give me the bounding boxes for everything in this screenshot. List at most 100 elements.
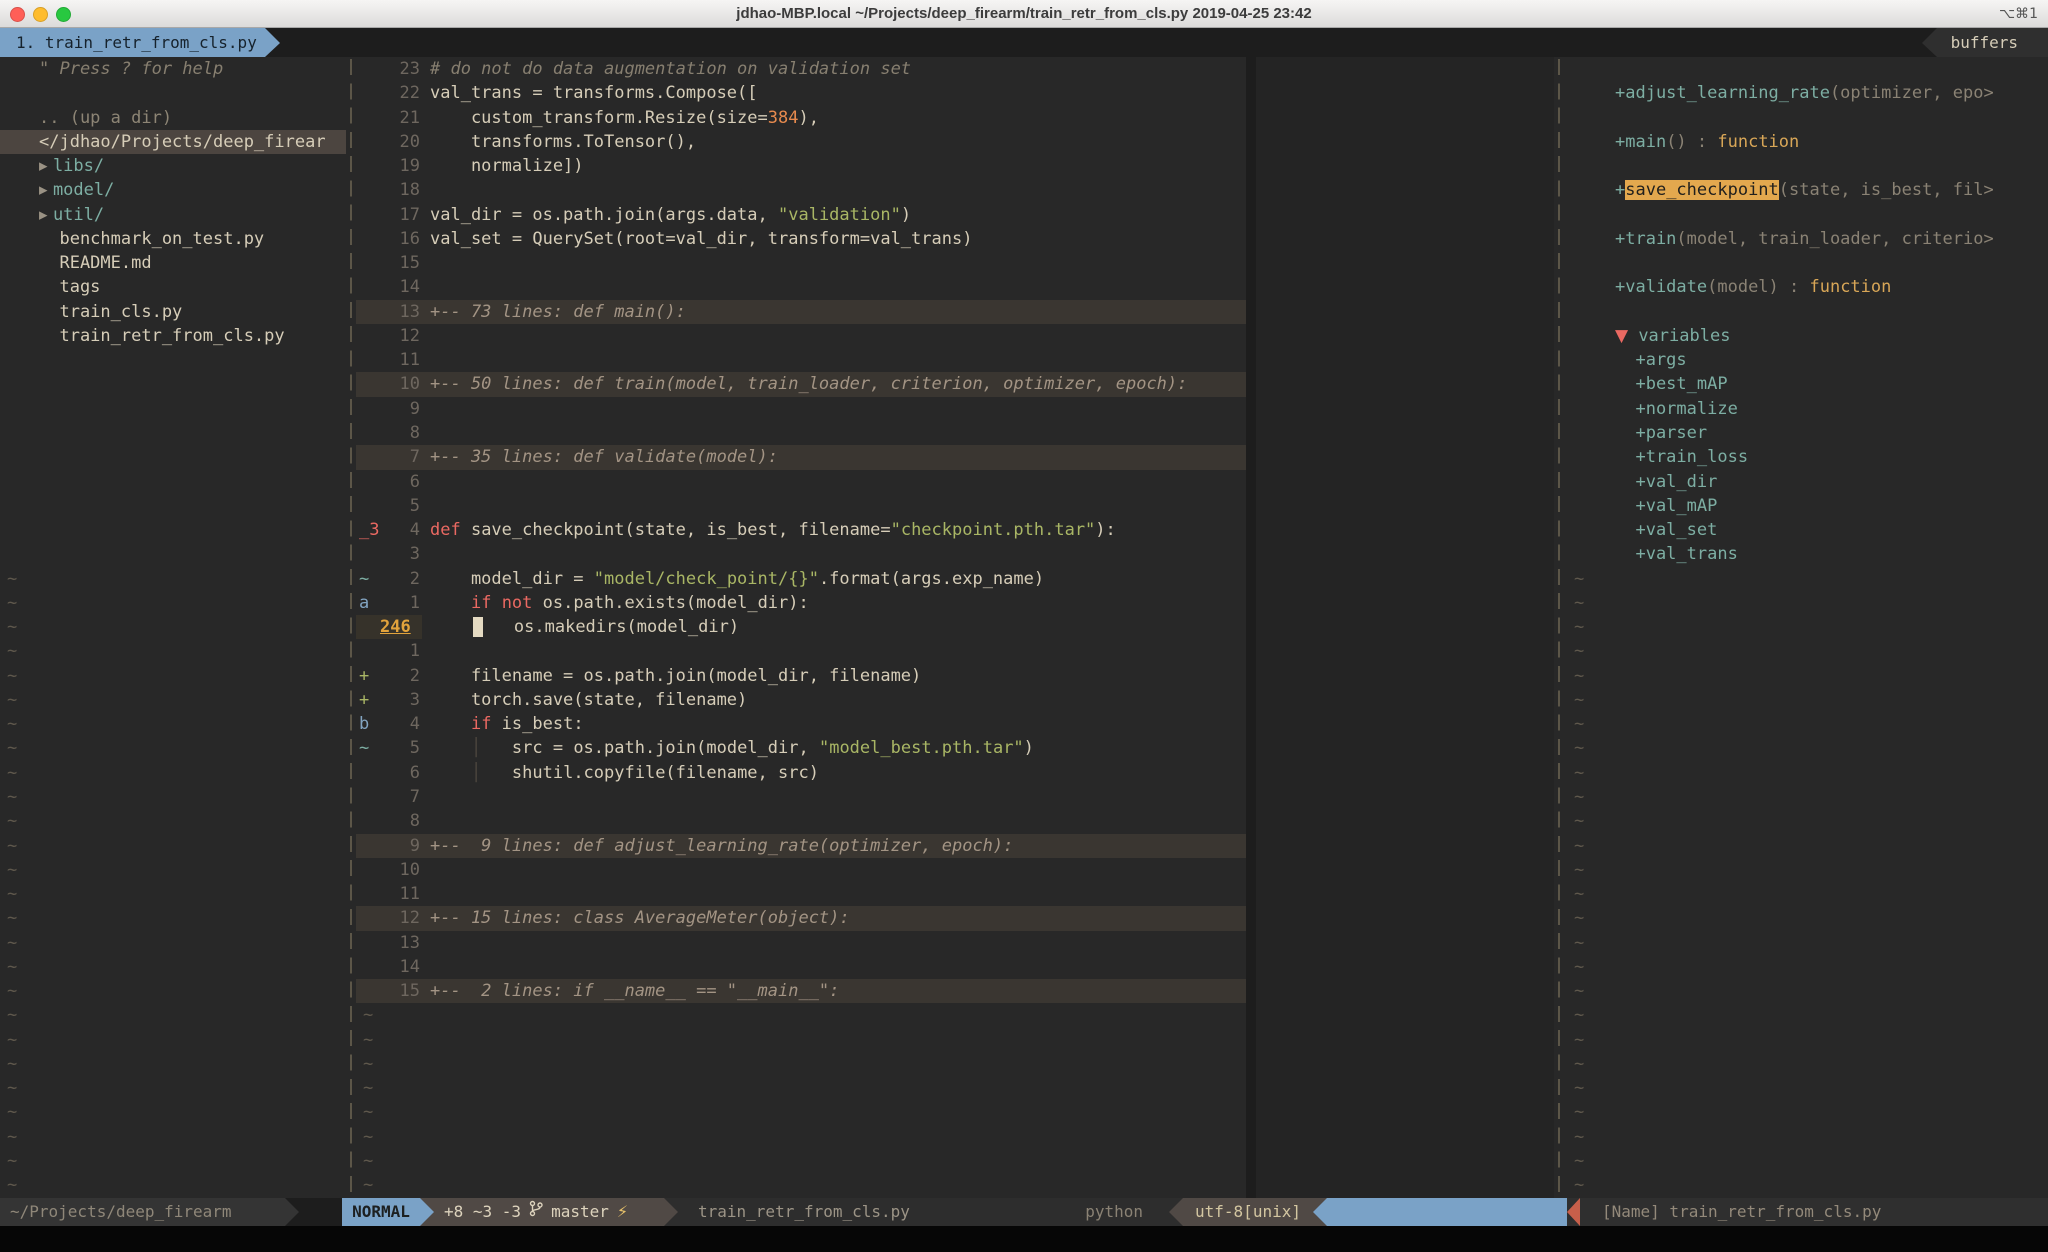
editor-row[interactable]: 13 bbox=[356, 931, 1554, 955]
editor-row[interactable]: 11 bbox=[356, 882, 1554, 906]
window-separator-right[interactable] bbox=[1554, 57, 1567, 1198]
editor-row[interactable]: 1 bbox=[356, 639, 1554, 663]
tree-row[interactable]: ▸ util/ bbox=[0, 203, 346, 227]
tree-row[interactable]: train_cls.py bbox=[0, 300, 346, 324]
editor-row[interactable]: 7 bbox=[356, 785, 1554, 809]
tag-text: +train_loss bbox=[1615, 447, 1748, 467]
tag-row[interactable]: +train_loss bbox=[1567, 445, 2048, 469]
editor-row[interactable]: 8 bbox=[356, 809, 1554, 833]
tree-row[interactable] bbox=[0, 397, 346, 421]
tag-row[interactable] bbox=[1567, 300, 2048, 324]
editor-row[interactable]: 6 bbox=[356, 470, 1554, 494]
tag-row[interactable]: +parser bbox=[1567, 421, 2048, 445]
empty-line-tilde: ~ bbox=[1574, 906, 1584, 930]
tree-row[interactable] bbox=[0, 518, 346, 542]
tree-row[interactable] bbox=[0, 372, 346, 396]
line-number: 7 bbox=[378, 445, 420, 469]
cursor-block bbox=[473, 617, 483, 637]
editor-row[interactable]: 21 custom_transform.Resize(size=384), bbox=[356, 106, 1554, 130]
editor-row[interactable]: 3 bbox=[356, 542, 1554, 566]
editor-row[interactable]: 12 +-- 15 lines: class AverageMeter(objec… bbox=[356, 906, 1554, 930]
tag-row[interactable] bbox=[1567, 57, 2048, 81]
tag-text: +val_set bbox=[1615, 520, 1717, 540]
powerline-arrow bbox=[664, 1198, 678, 1226]
buffer-tab-train-retr-from-cls[interactable]: 1. train_retr_from_cls.py bbox=[0, 28, 265, 57]
editor-row[interactable]: +2 filename = os.path.join(model_dir, fi… bbox=[356, 664, 1554, 688]
tag-row[interactable] bbox=[1567, 203, 2048, 227]
editor-row[interactable]: 15+-- 2 lines: if __name__ == "__main__"… bbox=[356, 979, 1554, 1003]
editor-row[interactable]: ~2 model_dir = "model/check_point/{}".fo… bbox=[356, 567, 1554, 591]
tag-row[interactable]: +val_trans bbox=[1567, 542, 2048, 566]
editor-row[interactable]: 17val_dir = os.path.join(args.data, "val… bbox=[356, 203, 1554, 227]
tree-row[interactable] bbox=[0, 542, 346, 566]
tag-row[interactable]: +args bbox=[1567, 348, 2048, 372]
tag-row[interactable]: +best_mAP bbox=[1567, 372, 2048, 396]
editor-row[interactable]: 7+-- 35 lines: def validate(model): bbox=[356, 445, 1554, 469]
tag-row[interactable]: +val_mAP bbox=[1567, 494, 2048, 518]
tag-row[interactable] bbox=[1567, 106, 2048, 130]
tree-row[interactable]: ▸ model/ bbox=[0, 178, 346, 202]
editor-row[interactable]: 16val_set = QuerySet(root=val_dir, trans… bbox=[356, 227, 1554, 251]
command-line[interactable] bbox=[0, 1226, 2048, 1252]
editor-row[interactable]: ~5 │ src = os.path.join(model_dir, "mode… bbox=[356, 736, 1554, 760]
editor-row[interactable]: 14 bbox=[356, 955, 1554, 979]
editor-row[interactable]: 246 os.makedirs(model_dir) bbox=[356, 615, 1554, 639]
editor-row[interactable]: b4 if is_best: bbox=[356, 712, 1554, 736]
tag-row[interactable]: +val_set bbox=[1567, 518, 2048, 542]
sign-column bbox=[356, 615, 378, 639]
tree-row[interactable]: " Press ? for help bbox=[0, 57, 346, 81]
editor-row[interactable]: 8 bbox=[356, 421, 1554, 445]
tag-row[interactable]: +main() : function bbox=[1567, 130, 2048, 154]
tag-row[interactable] bbox=[1567, 154, 2048, 178]
tree-row[interactable]: tags bbox=[0, 275, 346, 299]
editor-panel[interactable]: 23# do not do data augmentation on valid… bbox=[356, 57, 1554, 1198]
tree-row: ~ bbox=[0, 858, 346, 882]
editor-row[interactable]: 15 bbox=[356, 251, 1554, 275]
editor-row[interactable]: 5 bbox=[356, 494, 1554, 518]
editor-row[interactable]: _34def save_checkpoint(state, is_best, f… bbox=[356, 518, 1554, 542]
mode-indicator: NORMAL bbox=[342, 1198, 420, 1226]
sign-column bbox=[356, 542, 378, 566]
tree-row[interactable]: ▸ libs/ bbox=[0, 154, 346, 178]
tag-row[interactable]: ▼ variables bbox=[1567, 324, 2048, 348]
editor-row[interactable]: 14 bbox=[356, 275, 1554, 299]
editor-row[interactable]: 10+-- 50 lines: def train(model, train_l… bbox=[356, 372, 1554, 396]
editor-row[interactable]: 19 normalize]) bbox=[356, 154, 1554, 178]
tag-row[interactable]: +normalize bbox=[1567, 397, 2048, 421]
editor-row[interactable]: 18 bbox=[356, 178, 1554, 202]
empty-line-tilde: ~ bbox=[1574, 1125, 1584, 1149]
editor-row[interactable]: 13+-- 73 lines: def main(): bbox=[356, 300, 1554, 324]
tree-row[interactable] bbox=[0, 470, 346, 494]
editor-row[interactable]: 10 bbox=[356, 858, 1554, 882]
tag-row[interactable]: +adjust_learning_rate(optimizer, epo> bbox=[1567, 81, 2048, 105]
editor-row[interactable]: +3 torch.save(state, filename) bbox=[356, 688, 1554, 712]
tree-row[interactable] bbox=[0, 348, 346, 372]
sign-column bbox=[356, 955, 378, 979]
tree-row[interactable] bbox=[0, 445, 346, 469]
window-separator-left[interactable] bbox=[346, 57, 356, 1198]
tag-row[interactable]: +val_dir bbox=[1567, 470, 2048, 494]
tag-row[interactable] bbox=[1567, 251, 2048, 275]
line-number: 12 bbox=[378, 906, 420, 930]
editor-row[interactable]: 20 transforms.ToTensor(), bbox=[356, 130, 1554, 154]
tree-row[interactable] bbox=[0, 81, 346, 105]
editor-row[interactable]: 23# do not do data augmentation on valid… bbox=[356, 57, 1554, 81]
tree-row[interactable] bbox=[0, 494, 346, 518]
tree-row[interactable]: .. (up a dir) bbox=[0, 106, 346, 130]
editor-row[interactable]: a1 if not os.path.exists(model_dir): bbox=[356, 591, 1554, 615]
tree-row[interactable]: </jdhao/Projects/deep_firear bbox=[0, 130, 346, 154]
editor-row[interactable]: 22val_trans = transforms.Compose([ bbox=[356, 81, 1554, 105]
editor-row[interactable]: 9 bbox=[356, 397, 1554, 421]
editor-row[interactable]: 12 bbox=[356, 324, 1554, 348]
tree-row[interactable]: README.md bbox=[0, 251, 346, 275]
tag-row[interactable]: +validate(model) : function bbox=[1567, 275, 2048, 299]
editor-row[interactable]: 11 bbox=[356, 348, 1554, 372]
editor-row[interactable]: 6 │ shutil.copyfile(filename, src) bbox=[356, 761, 1554, 785]
tag-row[interactable]: +save_checkpoint(state, is_best, fil> bbox=[1567, 178, 2048, 202]
tree-row[interactable]: benchmark_on_test.py bbox=[0, 227, 346, 251]
tree-row[interactable] bbox=[0, 421, 346, 445]
editor-row[interactable]: 9+-- 9 lines: def adjust_learning_rate(o… bbox=[356, 834, 1554, 858]
code-text: +-- 15 lines: class AverageMeter(object)… bbox=[430, 906, 850, 930]
tree-row[interactable]: train_retr_from_cls.py bbox=[0, 324, 346, 348]
tag-row[interactable]: +train(model, train_loader, criterio> bbox=[1567, 227, 2048, 251]
